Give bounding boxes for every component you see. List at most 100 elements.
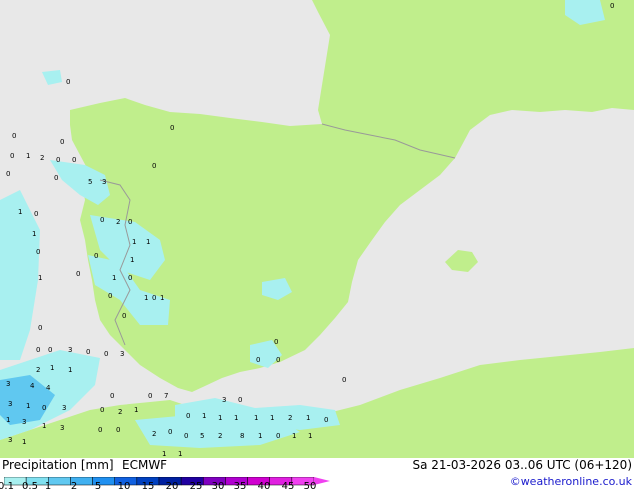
precip-label: 3: [222, 396, 226, 404]
color-scale-tick: 1: [44, 481, 52, 492]
precip-label: 0: [184, 432, 188, 440]
precip-label: 0: [94, 252, 98, 260]
color-scale-tick: 45: [281, 481, 295, 492]
precip-label: 1: [270, 414, 274, 422]
color-scale-arrow: [314, 477, 330, 485]
precip-label: 2: [152, 430, 156, 438]
precip-label: 0: [238, 396, 242, 404]
precip-label: 0: [54, 174, 58, 182]
precip-label: 0: [42, 404, 46, 412]
precip-label: 0: [168, 428, 172, 436]
forecast-datetime: Sa 21-03-2026 03..06 UTC (06+120): [412, 458, 632, 472]
precip-label: 2: [116, 218, 120, 226]
precip-label: 1: [234, 414, 238, 422]
precip-label: 0: [12, 132, 16, 140]
color-scale-tick: 0.5: [22, 481, 38, 492]
precip-label: 1: [32, 230, 36, 238]
precip-label: 0: [276, 432, 280, 440]
precip-label: 0: [186, 412, 190, 420]
precip-label: 1: [68, 366, 72, 374]
color-scale-tick: 15: [141, 481, 155, 492]
precip-label: 1: [306, 414, 310, 422]
precip-label: 3: [8, 436, 12, 444]
precip-label: 0: [324, 416, 328, 424]
precip-label: 1: [18, 208, 22, 216]
precip-label: 1: [202, 412, 206, 420]
precip-label: 0: [76, 270, 80, 278]
precip-label: 0: [128, 274, 132, 282]
precip-label: 2: [36, 366, 40, 374]
precip-label: 2: [40, 154, 44, 162]
precip-label: 3: [8, 400, 12, 408]
precip-label: 1: [292, 432, 296, 440]
precip-label: 1: [134, 406, 138, 414]
precip-label: 4: [30, 382, 35, 390]
color-scale-tick: 2: [70, 481, 78, 492]
precip-label: 2: [218, 432, 222, 440]
precip-label: 0: [256, 356, 260, 364]
precip-label: 0: [72, 156, 76, 164]
credit-link[interactable]: ©weatheronline.co.uk: [510, 475, 632, 488]
precip-label: 0: [170, 124, 174, 132]
precip-label: 0: [56, 156, 60, 164]
precip-label: 2: [118, 408, 122, 416]
precip-label: 5: [200, 432, 204, 440]
precip-label: 0: [610, 2, 614, 10]
precip-label: 1: [308, 432, 312, 440]
precip-label: 0: [48, 346, 52, 354]
precip-label: 0: [66, 78, 70, 86]
precip-label: 1: [160, 294, 164, 302]
precip-label: 1: [146, 238, 150, 246]
precip-label: 0: [6, 170, 10, 178]
precip-label: 1: [50, 364, 54, 372]
precip-label: 7: [164, 392, 168, 400]
map-title: Precipitation [mm]: [2, 458, 114, 472]
precip-label: 0: [36, 248, 40, 256]
precip-label: 1: [26, 152, 30, 160]
precip-label: 0: [148, 392, 152, 400]
precip-label: 1: [112, 274, 116, 282]
precip-label: 0: [342, 376, 346, 384]
precip-label: 0: [110, 392, 114, 400]
precip-label: 0: [274, 338, 278, 346]
model-name: ECMWF: [122, 458, 168, 472]
color-scale-tick: 30: [211, 481, 225, 492]
precip-label: 1: [6, 416, 10, 424]
precip-label: 1: [130, 256, 134, 264]
color-scale-tick: 0.1: [0, 481, 14, 492]
precip-label: 0: [276, 356, 280, 364]
precip-label: 1: [38, 274, 42, 282]
precip-label: 1: [132, 238, 136, 246]
precip-label: 8: [240, 432, 244, 440]
precip-label: 0: [100, 406, 104, 414]
precip-label: 2: [288, 414, 292, 422]
precip-label: 1: [178, 450, 182, 458]
precip-label: 0: [116, 426, 120, 434]
color-scale-tick: 40: [257, 481, 271, 492]
precip-label: 3: [68, 346, 72, 354]
color-scale-tick: 20: [165, 481, 179, 492]
color-scale-tick: 35: [233, 481, 247, 492]
precip-label: 4: [46, 384, 51, 392]
color-scale-tick: 10: [117, 481, 131, 492]
precip-label: 1: [144, 294, 148, 302]
precip-label: 0: [152, 294, 156, 302]
precip-label: 1: [162, 450, 166, 458]
precip-label: 3: [120, 350, 124, 358]
precip-label: 3: [62, 404, 66, 412]
precip-label: 0: [38, 324, 42, 332]
precipitation-map: 0 0 0 1 2 0 0 0 0 5 3 0 1 0 0 2 0 1 1 1 0 1 0 0 1 0 1 0 0 1 1 0 0 0 3 0 0 0 3 2…: [0, 0, 634, 458]
footer-bar: Precipitation [mm] ECMWF Sa 21-03-2026 0…: [0, 458, 634, 492]
precip-label: 0: [98, 426, 102, 434]
precip-label: 0: [10, 152, 14, 160]
precip-label: 1: [26, 402, 30, 410]
precip-label: 0: [122, 312, 126, 320]
precip-label: 0: [60, 138, 64, 146]
precip-label: 1: [254, 414, 258, 422]
precip-label: 0: [128, 218, 132, 226]
precip-label: 3: [60, 424, 64, 432]
precip-label: 0: [34, 210, 38, 218]
precip-label: 0: [108, 292, 112, 300]
precip-label: 1: [258, 432, 262, 440]
precip-label: 0: [152, 162, 156, 170]
